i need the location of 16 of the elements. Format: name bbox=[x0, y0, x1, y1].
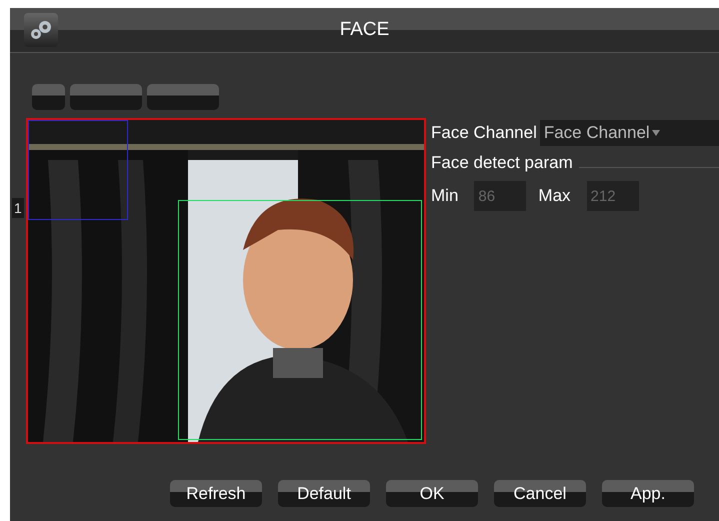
caret-icon bbox=[652, 130, 660, 136]
channel-number: 1 bbox=[12, 198, 24, 218]
section-heading: Face detect param bbox=[431, 153, 573, 173]
action-button[interactable]: Cancel bbox=[494, 480, 586, 507]
tab-button[interactable] bbox=[147, 84, 219, 110]
action-button[interactable]: App. bbox=[602, 480, 694, 507]
field-label: Face Channel bbox=[431, 123, 537, 143]
action-button[interactable]: OK bbox=[386, 480, 478, 507]
tab-button[interactable] bbox=[32, 84, 65, 110]
action-button[interactable]: Default bbox=[278, 480, 370, 507]
tab-button[interactable] bbox=[70, 84, 142, 110]
field-label: Min bbox=[431, 186, 458, 206]
channel-dropdown[interactable]: Face Channel bbox=[540, 120, 719, 146]
window-title: FACE bbox=[338, 19, 390, 41]
action-button[interactable]: Refresh bbox=[170, 480, 262, 507]
field-label: Max bbox=[538, 186, 571, 206]
